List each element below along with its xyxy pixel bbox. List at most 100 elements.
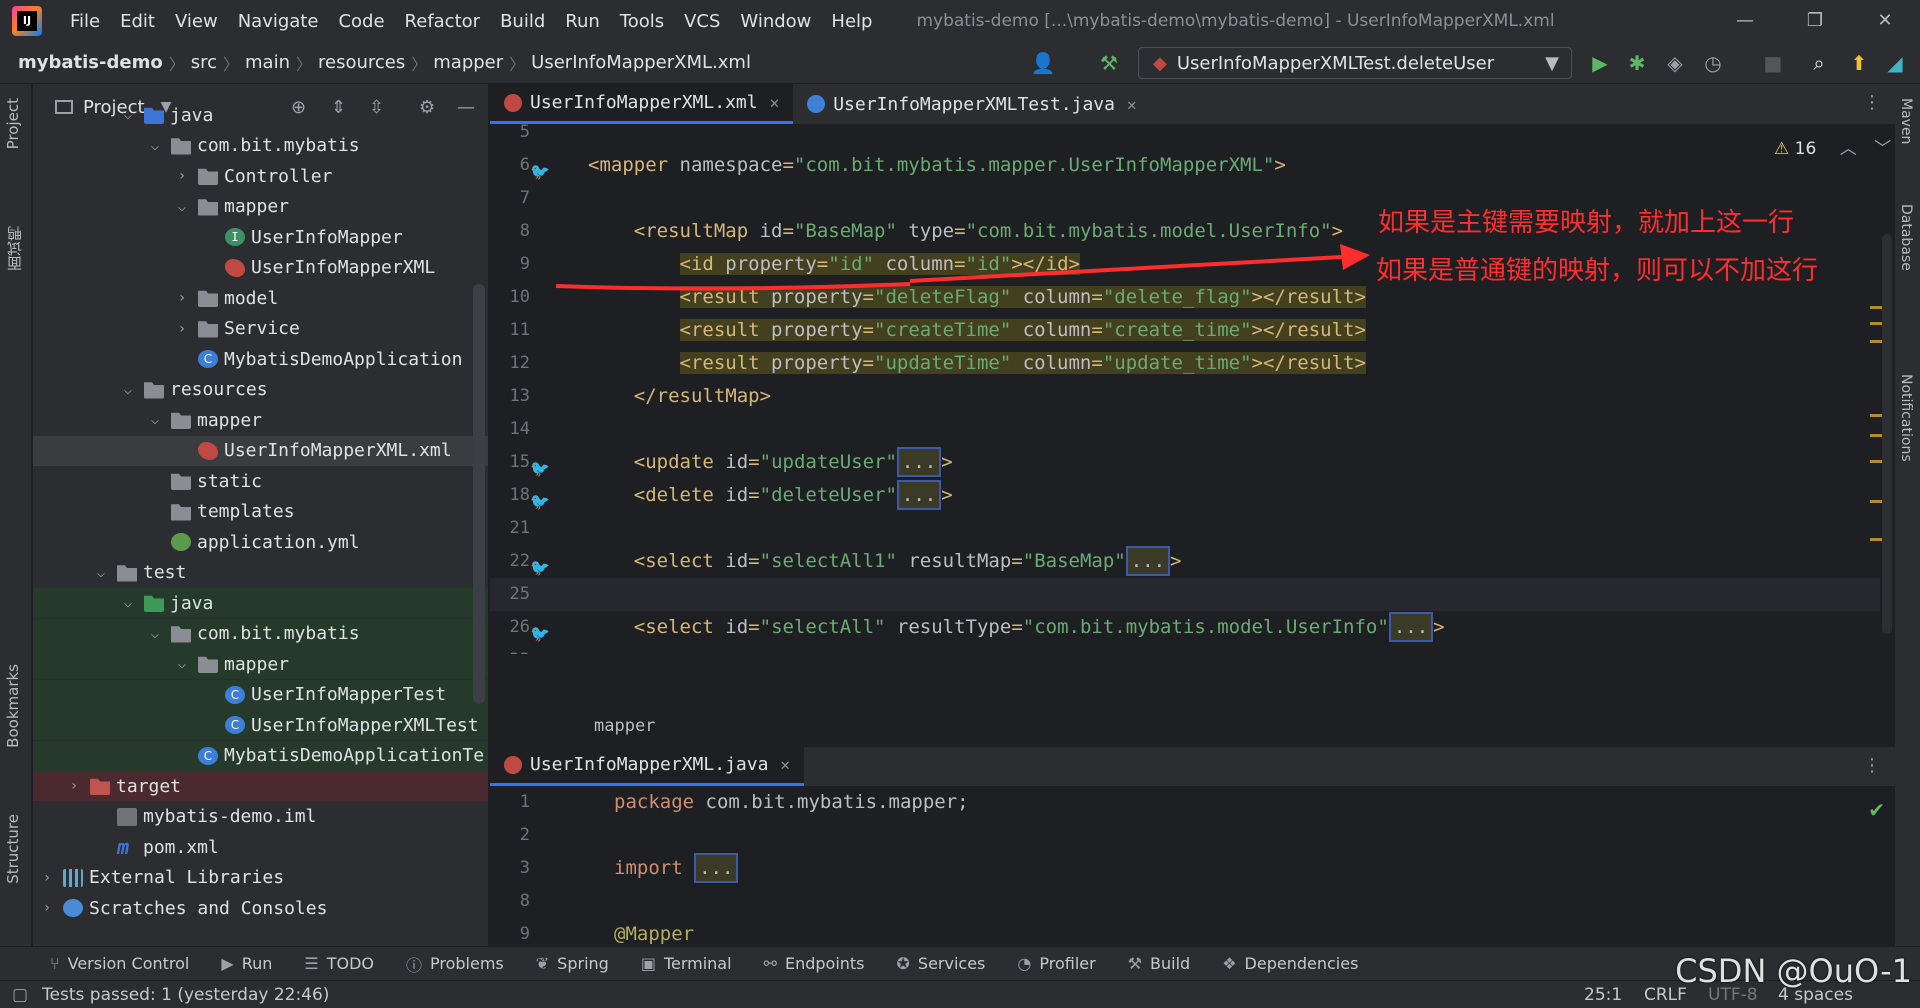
line-number[interactable]: 13 [490,380,530,413]
mybatis-navigate-icon[interactable]: 🐦 [530,452,554,478]
mybatis-navigate-icon[interactable]: 🐦 [530,617,554,643]
line-number[interactable]: 5 [490,124,530,149]
line-number[interactable]: 6 [490,149,530,182]
tree-item[interactable]: ⌵ com.bit.mybatis [33,131,488,161]
menu-vcs[interactable]: VCS [674,11,730,32]
menu-file[interactable]: File [60,11,110,32]
code-line[interactable]: 21 [490,512,1880,545]
tree-item[interactable]: ⌵ resources [33,375,488,405]
tree-item[interactable]: m pom.xml [33,832,488,862]
line-number[interactable]: 25 [490,578,530,611]
tree-item[interactable]: UserInfoMapperXML.xml [33,435,488,466]
close-icon[interactable]: ✕ [1127,95,1137,114]
chevron-down-icon[interactable]: ⌵ [91,565,111,581]
tree-item[interactable]: C MybatisDemoApplicationTe [33,740,488,771]
intellij-logo-icon[interactable] [12,6,42,36]
code-line[interactable]: 33 [490,644,1880,654]
tool-window-run[interactable]: ▶ Run [221,954,272,973]
menu-view[interactable]: View [165,11,228,32]
tree-item[interactable]: › target [33,771,488,801]
line-number[interactable]: 2 [490,819,530,852]
tree-item[interactable]: › Controller [33,161,488,191]
more-vertical-icon[interactable]: ⋮ [1863,92,1881,113]
chevron-down-icon[interactable]: ⌵ [172,199,192,215]
code-line[interactable]: 25 [490,578,1880,611]
menu-tools[interactable]: Tools [610,11,674,32]
mybatis-navigate-icon[interactable]: 🐦 [530,485,554,511]
breadcrumb-project[interactable]: mybatis-demo [0,52,169,73]
line-number[interactable]: 26 [490,611,530,644]
line-number[interactable]: 18 [490,479,530,512]
chevron-down-icon[interactable]: ⌵ [118,382,138,398]
tree-item[interactable]: ⌵ java [33,588,488,618]
line-number[interactable]: 1 [490,786,530,819]
menu-build[interactable]: Build [490,11,555,32]
tree-item[interactable]: ⌵ com.bit.mybatis [33,618,488,649]
line-number[interactable]: 14 [490,413,530,446]
tool-window-endpoints[interactable]: ⚯ Endpoints [764,954,865,973]
chevron-right-icon[interactable]: › [37,900,57,916]
menu-help[interactable]: Help [821,11,882,32]
plugin-tool-button[interactable]: 面试鸭 [4,226,25,271]
tree-item[interactable]: ⌵ mapper [33,405,488,435]
code-line[interactable]: 9 @Mapper [490,918,1880,946]
close-window-icon[interactable]: ✕ [1850,0,1920,42]
code-line[interactable]: 2 [490,819,1880,852]
tree-item[interactable]: C UserInfoMapperXMLTest [33,710,488,740]
java-editor[interactable]: 1 package com.bit.mybatis.mapper; 2 3 import… [490,786,1895,946]
tool-window-problems[interactable]: ⓘ Problems [406,952,504,976]
code-line[interactable]: 12 <result property="updateTime" column=… [490,347,1880,380]
user-icon[interactable]: 👤 [1030,50,1056,76]
line-number[interactable]: 7 [490,182,530,215]
tab-userinfomapperxml-java[interactable]: UserInfoMapperXML.java ✕ [490,746,805,786]
tool-window-build[interactable]: ⚒ Build [1128,954,1191,973]
breadcrumb-mapper[interactable]: mapper [427,52,509,73]
code-line[interactable]: 13 </resultMap> [490,380,1880,413]
tab-userinfomapperxmltest-java[interactable]: UserInfoMapperXMLTest.java ✕ [793,84,1150,124]
code-line[interactable]: 8 [490,885,1880,918]
code-line[interactable]: 3 import ... [490,852,1880,885]
breadcrumb-file[interactable]: UserInfoMapperXML.xml [525,52,757,73]
plugin-icon[interactable]: ◢ [1882,50,1908,76]
code-line[interactable]: 18 🐦 <delete id="deleteUser"... > [490,479,1880,512]
line-number[interactable]: 12 [490,347,530,380]
code-line[interactable]: 11 <result property="createTime" column=… [490,314,1880,347]
tree-item[interactable]: C MybatisDemoApplication [33,344,488,374]
code-line[interactable]: 15 🐦 <update id="updateUser"... > [490,446,1880,479]
chevron-down-icon[interactable]: ⌵ [145,412,165,428]
mybatis-navigate-icon[interactable]: 🐦 [530,155,554,181]
update-icon[interactable]: ⬆ [1846,50,1872,76]
chevron-right-icon[interactable]: › [172,168,192,184]
tool-window-profiler[interactable]: ◔ Profiler [1017,954,1095,973]
menu-navigate[interactable]: Navigate [228,11,329,32]
line-number[interactable]: 8 [490,215,530,248]
tree-item[interactable]: ⌵ java [33,100,488,130]
chevron-down-icon[interactable]: ⌵ [118,595,138,611]
breadcrumb-src[interactable]: src [185,52,223,73]
inspection-widget[interactable]: ⚠ 16 ︿ ﹀ [1774,134,1891,159]
tool-window-services[interactable]: ✪ Services [897,954,986,973]
tree-item[interactable]: templates [33,497,488,527]
minimize-icon[interactable]: — [1710,0,1780,42]
tree-item[interactable]: › model [33,283,488,313]
chevron-right-icon[interactable]: › [172,290,192,306]
breadcrumb-main[interactable]: main [239,52,296,73]
tool-window-version-control[interactable]: ⑂ Version Control [50,954,189,973]
run-icon[interactable]: ▶ [1587,50,1613,76]
code-line[interactable]: 26 🐦 <select id="selectAll" resultType="c… [490,611,1880,644]
layout-icon[interactable]: ▢ [12,985,28,1005]
chevron-right-icon[interactable]: › [37,870,57,886]
code-line[interactable]: 1 package com.bit.mybatis.mapper; [490,786,1880,819]
run-configuration-select[interactable]: ◆ UserInfoMapperXMLTest.deleteUser ▼ [1138,47,1572,79]
line-number[interactable]: 10 [490,281,530,314]
line-number[interactable]: 21 [490,512,530,545]
line-number[interactable]: 8 [490,885,530,918]
line-number[interactable]: 11 [490,314,530,347]
line-number[interactable]: 3 [490,852,530,885]
profile-icon[interactable]: ◷ [1700,50,1726,76]
chevron-down-icon[interactable]: ⌵ [118,107,138,123]
tree-item[interactable]: application.yml [33,527,488,557]
tree-item[interactable]: mybatis-demo.iml [33,802,488,832]
build-hammer-icon[interactable]: ⚒ [1096,50,1122,76]
chevron-down-icon[interactable]: ⌵ [145,138,165,154]
